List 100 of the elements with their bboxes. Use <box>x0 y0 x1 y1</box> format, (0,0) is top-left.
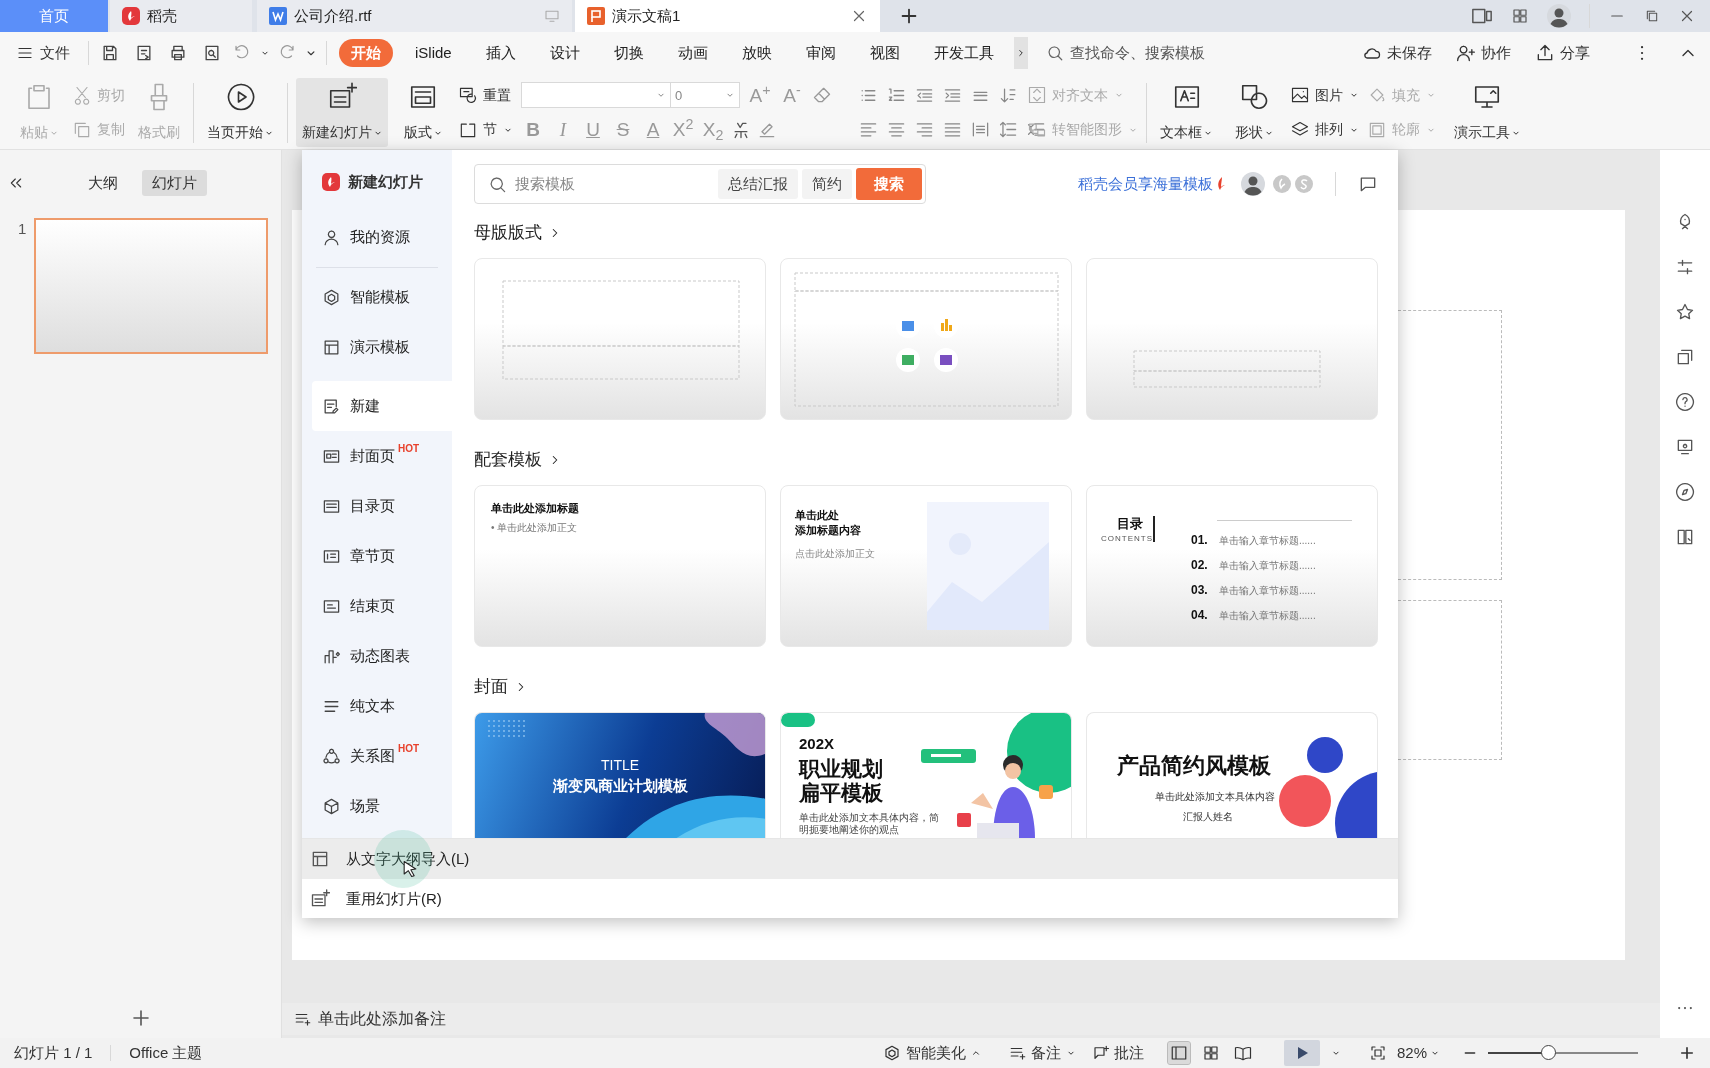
contents-title: 目录 <box>1117 515 1143 533</box>
ribbon-tab[interactable]: 插入 <box>473 38 528 68</box>
entry-text: 单击输入章节标题...... <box>1219 534 1316 548</box>
slide-number: 1 <box>18 219 27 239</box>
toolbar-action-button[interactable]: 分享 <box>1535 41 1590 65</box>
theme-name: Office 主题 <box>129 1042 203 1063</box>
ribbon-button[interactable]: 排列 <box>1290 114 1359 145</box>
entry-number: 04. <box>1191 607 1208 624</box>
ribbon-tab[interactable]: 放映 <box>729 38 784 68</box>
font-name-field[interactable] <box>521 82 671 109</box>
section-link[interactable]: 配套模板 <box>474 445 562 475</box>
ribbon-button[interactable]: 文本框 <box>1155 78 1218 147</box>
star-icon[interactable] <box>1675 302 1695 322</box>
notes-field[interactable]: 单击此处添加备注 <box>282 1003 1660 1035</box>
menu-item[interactable]: 重用幻灯片(R) <box>302 879 1398 919</box>
category-item[interactable]: 动态图表 <box>312 631 452 681</box>
zoom-dropdown[interactable]: 82% <box>1396 1041 1440 1065</box>
toolbar-action-button[interactable]: 未保存 <box>1362 41 1432 65</box>
category-item[interactable]: 目录页 <box>312 481 452 531</box>
category-item[interactable]: 场景 <box>312 781 452 831</box>
cover-template-card[interactable]: 202X 职业规划 扁平模板 单击此处添加文本具体内容，简明扼要地阐述你的观点 <box>780 712 1072 838</box>
document-tab[interactable]: 稻壳 <box>110 0 252 32</box>
frames-icon[interactable] <box>1675 347 1695 367</box>
ribbon-tab[interactable]: iSlide <box>403 38 464 68</box>
docer-logo-icon <box>322 173 340 191</box>
presentation-logo-icon <box>587 7 605 25</box>
line-spacing-icon[interactable] <box>999 120 1018 140</box>
slide-count: 幻灯片 1 / 1 <box>14 1042 93 1063</box>
slider-thumb[interactable] <box>1541 1045 1556 1060</box>
help-icon[interactable] <box>1675 392 1695 412</box>
restore-icon[interactable] <box>1644 8 1660 24</box>
member-promo-link[interactable]: 稻壳会员享海量模板 <box>1078 172 1227 196</box>
zoom-in-icon[interactable] <box>1678 1044 1696 1062</box>
member-badge-icon <box>1295 175 1313 193</box>
menu-title: 新建幻灯片 <box>348 171 423 192</box>
category-item[interactable]: 章节页 <box>312 531 452 581</box>
beautify-button[interactable]: 智能美化 <box>882 1041 981 1065</box>
category-item[interactable]: 结束页 <box>312 581 452 631</box>
toolbar-action-button[interactable]: 协作 <box>1456 41 1511 65</box>
ribbon-button[interactable]: 节 <box>458 114 513 145</box>
cover-template-card[interactable]: 产品简约风模板 单击此处添加文本具体内容 汇报人姓名 <box>1086 712 1378 838</box>
ribbon-tab[interactable]: 审阅 <box>793 38 848 68</box>
cover-heading: 职业规划 扁平模板 <box>799 757 883 806</box>
ribbon-tab[interactable]: 开发工具 <box>921 38 1006 68</box>
reading-view-icon <box>1233 1044 1252 1062</box>
section-link[interactable]: 母版版式 <box>474 218 562 248</box>
template-card[interactable]: 单击此处添加标题 • 单击此处添加正文 <box>474 485 766 647</box>
category-item[interactable]: 演示模板 <box>312 322 452 372</box>
ribbon-button[interactable]: 新建幻灯片 <box>296 78 388 147</box>
file-menu-button[interactable]: 文件 <box>16 41 80 65</box>
collapse-panel-icon[interactable] <box>8 175 24 191</box>
cover-author: 汇报人姓名 <box>1183 810 1233 824</box>
ribbon-tab[interactable]: 切换 <box>601 38 656 68</box>
suggestion-chip[interactable]: 总结汇报 <box>718 168 798 200</box>
contents-subtitle: CONTENTS <box>1101 533 1153 545</box>
font-size-field[interactable]: 0 <box>670 82 740 109</box>
category-item[interactable]: 纯文本 <box>312 681 452 731</box>
app-grid-icon[interactable] <box>1511 7 1529 25</box>
ribbon-button[interactable]: 版式 <box>396 78 450 147</box>
slide-thumbnail[interactable] <box>34 218 269 354</box>
scissors-icon <box>72 85 92 106</box>
view-button[interactable] <box>1167 1042 1190 1064</box>
comments-button[interactable]: 批注 <box>1091 1041 1144 1065</box>
writer-logo-icon <box>269 7 287 25</box>
notes-button[interactable]: 备注 <box>1008 1041 1076 1065</box>
cover-year: 202X <box>799 734 835 754</box>
document-tab[interactable]: 演示文稿1 <box>575 0 880 32</box>
book-icon[interactable] <box>1675 527 1695 547</box>
compass-icon[interactable] <box>1675 482 1695 502</box>
ribbon-button[interactable]: 当页开始 <box>202 78 279 147</box>
menu-item[interactable]: 从文字大纲导入(L) <box>302 839 1398 879</box>
template-title: 单击此处 添加标题内容 <box>795 508 861 538</box>
template-card[interactable]: 目录 CONTENTS 01. 单击输入章节标题...... 02. 单击输入章节标题...... 03. 单击输入章节标题...... 04. 单击输入章节标题...... <box>1086 485 1378 647</box>
template-search-field[interactable]: 搜索模板 总结汇报 简约 搜索 <box>474 164 926 204</box>
panel-tab[interactable]: 大纲 <box>78 169 128 197</box>
zoom-slider[interactable] <box>1488 1044 1638 1062</box>
ribbon-tab[interactable]: 动画 <box>665 38 720 68</box>
fit-window-icon[interactable] <box>1368 1044 1387 1062</box>
cover-template-card[interactable]: TITLE 渐变风商业计划模板 <box>474 712 766 838</box>
ribbon-button[interactable]: 图片 <box>1290 80 1359 111</box>
docer-logo-icon <box>122 7 140 25</box>
document-tab[interactable]: 公司介绍.rtf <box>257 0 572 32</box>
avatar-icon <box>1241 172 1265 196</box>
ribbon-button[interactable]: 形状 <box>1226 78 1282 147</box>
ribbon-tab[interactable]: 设计 <box>537 38 592 68</box>
category-item[interactable]: 新建 <box>312 381 452 431</box>
command-search-field[interactable]: 查找命令、搜索模板 <box>1045 40 1238 66</box>
ribbon-tab[interactable]: 视图 <box>857 38 912 68</box>
panel-tab[interactable]: 幻灯片 <box>142 169 207 197</box>
suggestion-chip[interactable]: 简约 <box>802 168 852 200</box>
screen-settings-icon[interactable] <box>1675 437 1695 457</box>
template-card[interactable]: 单击此处 添加标题内容 点击此处添加正文 <box>780 485 1072 647</box>
cover-body: 单击此处添加文本具体内容，简明扼要地阐述你的观点 <box>799 812 940 835</box>
sliders-icon[interactable] <box>1675 257 1695 277</box>
category-item[interactable]: 我的资源 <box>312 212 452 262</box>
ribbon-button[interactable]: 重置 <box>458 80 513 111</box>
category-item[interactable]: 智能模板 <box>312 272 452 322</box>
section-link[interactable]: 封面 <box>474 672 528 702</box>
template-title: 单击此处添加标题 <box>491 501 579 516</box>
ribbon-button[interactable]: 演示工具 <box>1444 78 1530 147</box>
